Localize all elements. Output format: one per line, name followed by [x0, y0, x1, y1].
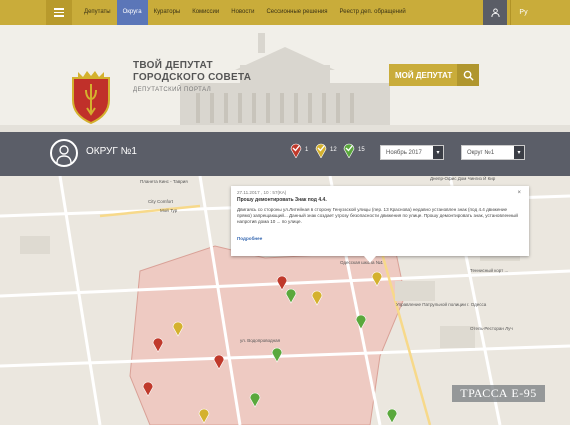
green-check-pin-icon — [343, 143, 355, 158]
user-icon[interactable] — [483, 0, 507, 25]
watermark: ТРАССА Е-95 — [452, 385, 545, 402]
legend-red-count: 1 — [305, 147, 309, 153]
map-label: Планета Кинс - Таврия — [140, 179, 188, 184]
yellow-check-pin-icon — [315, 143, 327, 158]
legend-yellow[interactable]: 12 — [315, 142, 337, 158]
district-boundary-area — [129, 245, 406, 425]
map-label: Днепр-Офис Дом Чингиз Й Кир — [430, 176, 496, 181]
menu-icon[interactable] — [46, 0, 72, 25]
district-title: ОКРУГ №1 — [86, 146, 137, 157]
map-label: Отель-Ресторан Луч — [470, 326, 513, 331]
map-label: City Comfort — [148, 199, 174, 204]
portal-subtitle: ДЕПУТАТСКИЙ ПОРТАЛ — [133, 87, 212, 93]
my-deputy-label: МОЙ ДЕПУТАТ — [395, 70, 453, 80]
top-navigation-bar: Депутаты Округа Кураторы Комиссии Новост… — [0, 0, 570, 25]
popup-title: Прошу демонтировать Знак под 4.4. — [237, 197, 327, 203]
nav-item-curators[interactable]: Кураторы — [148, 0, 187, 25]
language-switch[interactable]: Ру — [510, 0, 536, 25]
month-select[interactable]: Ноябрь 2017 ▾ — [380, 145, 444, 160]
district-select-value: Округ №1 — [467, 149, 495, 156]
popup-pointer — [364, 256, 376, 263]
header-banner: ТВОЙ ДЕПУТАТ ГОРОДСКОГО СОВЕТА ДЕПУТАТСК… — [0, 25, 570, 132]
main-nav: Депутаты Округа Кураторы Комиссии Новост… — [78, 0, 412, 25]
nav-item-session-decisions[interactable]: Сессионные решения — [260, 0, 333, 25]
issue-popup: × 27.11.2017 , 10 : 57(КА) Прошу демонти… — [231, 186, 529, 256]
map-label: Одесская школа №1 — [340, 260, 384, 265]
deputy-avatar-icon — [50, 139, 78, 167]
my-deputy-button[interactable]: МОЙ ДЕПУТАТ — [389, 64, 479, 86]
chevron-down-icon: ▾ — [433, 146, 443, 159]
nav-item-deputies[interactable]: Депутаты — [78, 0, 117, 25]
popup-more-link[interactable]: Подробнее — [237, 236, 523, 241]
district-select[interactable]: Округ №1 ▾ — [461, 145, 525, 160]
chevron-down-icon: ▾ — [514, 146, 524, 159]
nav-item-news[interactable]: Новости — [225, 0, 260, 25]
nav-item-districts[interactable]: Округа — [116, 0, 148, 25]
close-icon[interactable]: × — [517, 190, 521, 196]
map-label: Мой Тур — [160, 208, 178, 213]
odessa-coat-of-arms-logo — [72, 71, 110, 124]
legend-green-count: 15 — [358, 147, 365, 153]
legend-red[interactable]: 1 — [290, 142, 308, 158]
legend-green[interactable]: 15 — [343, 142, 365, 158]
legend-yellow-count: 12 — [330, 147, 337, 153]
popup-text: Двигаясь со стороны ул.Литейная в сторон… — [237, 207, 518, 225]
search-icon — [457, 64, 479, 86]
map-label: ул. Водопроводная — [240, 338, 281, 343]
portal-title-line2: ГОРОДСКОГО СОВЕТА — [133, 72, 252, 83]
nav-item-appeals-registry[interactable]: Реестр деп. обращений — [334, 0, 412, 25]
month-select-value: Ноябрь 2017 — [386, 149, 422, 156]
map-label: Управление Патрульной полиции г. Одесса — [396, 302, 487, 307]
red-check-pin-icon — [290, 143, 302, 158]
popup-date: 27.11.2017 , 10 : 57(КА) — [237, 190, 287, 195]
nav-item-commissions[interactable]: Комиссии — [186, 0, 225, 25]
portal-title-line1: ТВОЙ ДЕПУТАТ — [133, 60, 213, 71]
map-label: Теннисный корт ... — [470, 268, 509, 273]
